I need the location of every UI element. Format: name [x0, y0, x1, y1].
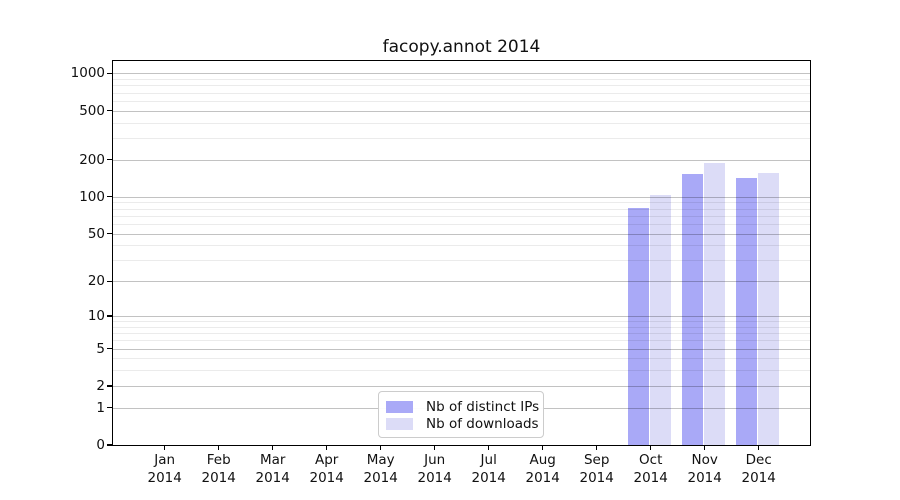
- x-tick-month: Dec: [745, 452, 772, 468]
- y-tick-label: 50: [87, 225, 105, 242]
- bar-distinct-ips-dec: [735, 177, 757, 445]
- major-gridline: [113, 159, 810, 161]
- y-tick-label: 20: [87, 273, 105, 290]
- x-tick-month: Apr: [315, 452, 339, 468]
- x-tick-month: Sep: [583, 452, 610, 468]
- x-tick-label: May 2014: [353, 452, 409, 487]
- bar-downloads-nov: [703, 163, 725, 445]
- plot-area: Nb of distinct IPs Nb of downloads 0 1 2 5 1…: [71, 60, 811, 486]
- x-tick-year: 2014: [147, 469, 182, 486]
- y-tick-label: 0: [96, 437, 105, 453]
- x-tick-year: 2014: [741, 469, 776, 486]
- minor-gridline: [113, 92, 810, 94]
- x-tick-label: Oct 2014: [623, 452, 679, 487]
- x-tick-year: 2014: [633, 469, 668, 486]
- y-tick-mark: [106, 315, 112, 317]
- x-tick-year: 2014: [309, 469, 344, 486]
- y-tick-mark: [106, 385, 112, 387]
- bar-distinct-ips-oct: [627, 207, 649, 445]
- bar-downloads-dec: [757, 173, 779, 445]
- x-tick-mark: [488, 445, 490, 450]
- x-tick-year: 2014: [687, 469, 722, 486]
- x-tick-mark: [434, 445, 436, 450]
- x-tick-year: 2014: [417, 469, 452, 486]
- y-tick-label: 500: [79, 102, 105, 119]
- x-tick-mark: [326, 445, 328, 450]
- bar-downloads-oct: [649, 194, 671, 445]
- y-tick-mark: [106, 444, 112, 446]
- x-tick-month: Jul: [480, 452, 497, 468]
- x-tick-year: 2014: [201, 469, 236, 486]
- x-tick-label: Feb 2014: [191, 452, 247, 487]
- x-tick-mark: [164, 445, 166, 450]
- x-tick-mark: [218, 445, 220, 450]
- x-tick-label: Jul 2014: [461, 452, 517, 487]
- minor-gridline: [113, 138, 810, 140]
- x-tick-label: Jun 2014: [407, 452, 463, 487]
- minor-gridline: [113, 79, 810, 81]
- x-tick-label: Mar 2014: [245, 452, 301, 487]
- minor-gridline: [113, 85, 810, 87]
- x-tick-mark: [272, 445, 274, 450]
- x-tick-mark: [542, 445, 544, 450]
- legend-swatch-downloads: [386, 417, 413, 430]
- y-tick-label: 1000: [70, 65, 105, 82]
- x-tick-month: Aug: [529, 452, 556, 468]
- x-tick-month: Jun: [424, 452, 446, 468]
- major-gridline: [113, 73, 810, 75]
- chart-title: facopy.annot 2014: [382, 37, 541, 57]
- y-tick-mark: [106, 407, 112, 409]
- legend: Nb of distinct IPs Nb of downloads: [378, 391, 544, 438]
- legend-entry-distinct-ips: Nb of distinct IPs: [386, 399, 539, 415]
- y-tick-mark: [106, 72, 112, 75]
- y-tick-label: 1: [96, 399, 105, 416]
- x-tick-label: Nov 2014: [677, 452, 733, 487]
- x-tick-mark: [596, 445, 598, 450]
- x-tick-mark: [650, 445, 652, 450]
- legend-entry-downloads: Nb of downloads: [386, 416, 539, 432]
- x-tick-label: Jan 2014: [137, 452, 193, 487]
- x-tick-mark: [758, 445, 760, 450]
- y-tick-label: 200: [79, 151, 105, 168]
- x-tick-month: Jan: [154, 452, 176, 468]
- y-tick-label: 5: [96, 340, 105, 357]
- x-tick-label: Apr 2014: [299, 452, 355, 487]
- x-tick-month: May: [366, 452, 395, 468]
- legend-swatch-distinct-ips: [386, 400, 413, 413]
- x-tick-mark: [380, 445, 382, 450]
- y-tick-label: 2: [96, 377, 105, 394]
- legend-label-distinct-ips: Nb of distinct IPs: [426, 398, 540, 415]
- x-tick-month: Nov: [691, 452, 718, 468]
- x-tick-month: Mar: [259, 452, 286, 468]
- x-tick-month: Feb: [206, 452, 231, 468]
- major-gridline: [113, 110, 810, 112]
- y-tick-mark: [106, 347, 112, 350]
- x-tick-label: Aug 2014: [515, 452, 571, 487]
- y-tick-mark: [106, 232, 112, 235]
- x-tick-month: Oct: [639, 452, 663, 468]
- x-tick-year: 2014: [255, 469, 290, 486]
- y-tick-mark: [106, 159, 112, 161]
- y-tick-mark: [106, 196, 112, 198]
- x-tick-label: Sep 2014: [569, 452, 625, 487]
- x-tick-year: 2014: [525, 469, 560, 486]
- x-tick-year: 2014: [579, 469, 614, 486]
- x-tick-year: 2014: [363, 469, 398, 486]
- bar-distinct-ips-nov: [681, 174, 703, 445]
- minor-gridline: [113, 122, 810, 124]
- figure: facopy.annot 2014 Nb of distinct IPs Nb …: [0, 0, 900, 500]
- y-tick-label: 10: [87, 308, 105, 325]
- x-tick-mark: [704, 445, 706, 450]
- x-tick-year: 2014: [471, 469, 506, 486]
- y-tick-mark: [106, 109, 112, 112]
- legend-label-downloads: Nb of downloads: [426, 415, 539, 432]
- y-tick-label: 100: [79, 188, 105, 205]
- y-tick-mark: [106, 280, 112, 282]
- minor-gridline: [113, 100, 810, 102]
- x-tick-label: Dec 2014: [731, 452, 787, 487]
